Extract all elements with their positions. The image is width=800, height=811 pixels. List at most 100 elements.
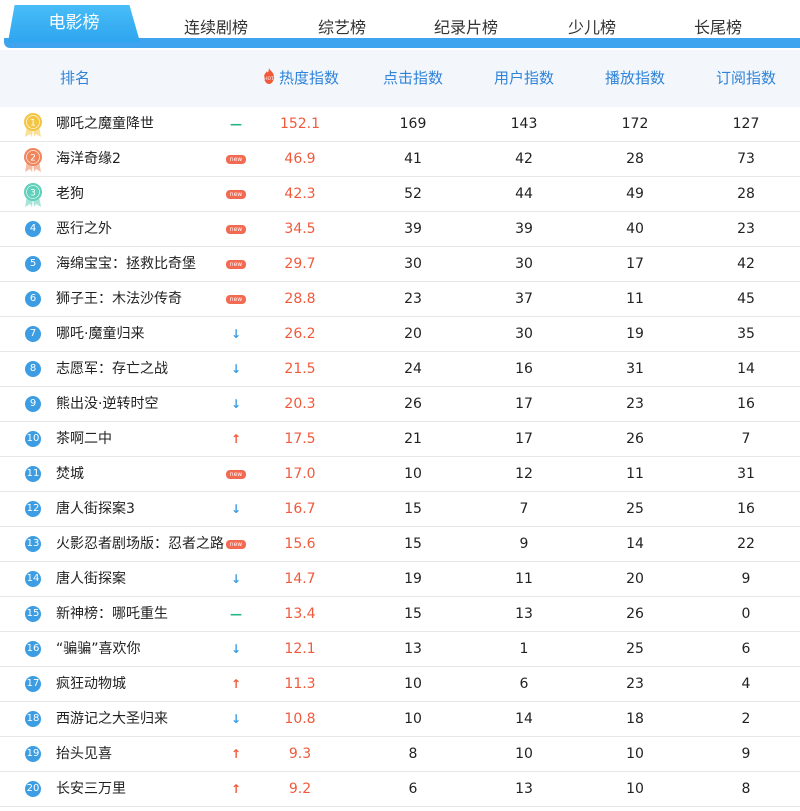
title-name[interactable]: 新神榜：哪吒重生 — [56, 597, 226, 632]
header-play[interactable]: 播放指数 — [585, 50, 685, 107]
rank-medal-icon: 1 — [24, 113, 42, 137]
table-row[interactable]: 20 长安三万里 ↑ 9.2 6 13 10 8 — [0, 772, 800, 807]
title-name[interactable]: 老狗 — [56, 177, 226, 212]
tab-kids[interactable]: 少儿榜 — [536, 14, 648, 38]
play-index: 18 — [626, 711, 644, 727]
subscribe-index: 42 — [737, 256, 755, 272]
table-row[interactable]: 15 新神榜：哪吒重生 — 13.4 15 13 26 0 — [0, 597, 800, 632]
table-row[interactable]: 13 火影忍者剧场版：忍者之路 new 15.6 15 9 14 22 — [0, 527, 800, 562]
table-row[interactable]: 14 唐人街探案 ↓ 14.7 19 11 20 9 — [0, 562, 800, 597]
title-name[interactable]: 茶啊二中 — [56, 422, 226, 457]
flame-icon: HOT — [263, 67, 274, 84]
header-click[interactable]: 点击指数 — [363, 50, 463, 107]
header-sub[interactable]: 订阅指数 — [696, 50, 796, 107]
subscribe-index: 14 — [737, 361, 755, 377]
trend-indicator: — — [222, 597, 250, 632]
table-row[interactable]: 3 老狗 new 42.3 52 44 49 28 — [0, 177, 800, 212]
trend-indicator: ↑ — [222, 667, 250, 702]
play-index: 26 — [626, 606, 644, 622]
title-name[interactable]: 海绵宝宝：拯救比奇堡 — [56, 247, 226, 282]
title-name[interactable]: 狮子王：木法沙传奇 — [56, 282, 226, 317]
subscribe-index: 31 — [737, 466, 755, 482]
hot-index: 26.2 — [284, 326, 316, 342]
user-index: 11 — [515, 571, 533, 587]
table-row[interactable]: 12 唐人街探案3 ↓ 16.7 15 7 25 16 — [0, 492, 800, 527]
title-name[interactable]: 哪吒·魔童归来 — [56, 317, 226, 352]
new-badge: new — [226, 540, 246, 549]
click-index: 23 — [404, 291, 422, 307]
new-badge: new — [226, 190, 246, 199]
play-index: 49 — [626, 186, 644, 202]
title-name[interactable]: 长安三万里 — [56, 772, 226, 807]
play-index: 19 — [626, 326, 644, 342]
click-index: 10 — [404, 711, 422, 727]
title-name[interactable]: 熊出没·逆转时空 — [56, 387, 226, 422]
title-name[interactable]: 西游记之大圣归来 — [56, 702, 226, 737]
header-user[interactable]: 用户指数 — [474, 50, 574, 107]
title-name[interactable]: 焚城 — [56, 457, 226, 492]
tab-variety[interactable]: 综艺榜 — [286, 14, 398, 38]
table-row[interactable]: 2 海洋奇缘2 new 46.9 41 42 28 73 — [0, 142, 800, 177]
trend-indicator: new — [222, 177, 250, 212]
rank-badge: 12 — [25, 501, 41, 517]
tab-movie[interactable]: 电影榜 — [8, 5, 140, 42]
table-row[interactable]: 4 恶行之外 new 34.5 39 39 40 23 — [0, 212, 800, 247]
new-badge: new — [226, 260, 246, 269]
play-index: 40 — [626, 221, 644, 237]
tab-series[interactable]: 连续剧榜 — [160, 14, 272, 38]
table-row[interactable]: 11 焚城 new 17.0 10 12 11 31 — [0, 457, 800, 492]
subscribe-index: 45 — [737, 291, 755, 307]
click-index: 15 — [404, 501, 422, 517]
table-row[interactable]: 6 狮子王：木法沙传奇 new 28.8 23 37 11 45 — [0, 282, 800, 317]
table-row[interactable]: 7 哪吒·魔童归来 ↓ 26.2 20 30 19 35 — [0, 317, 800, 352]
trend-indicator: new — [222, 212, 250, 247]
trend-up-icon: ↑ — [230, 747, 242, 761]
rank-badge: 14 — [25, 571, 41, 587]
category-tabs: 电影榜 连续剧榜 综艺榜 纪录片榜 少儿榜 长尾榜 — [0, 0, 800, 50]
title-name[interactable]: 疯狂动物城 — [56, 667, 226, 702]
rank-badge: 20 — [25, 781, 41, 797]
rank-badge: 13 — [25, 536, 41, 552]
trend-up-icon: ↑ — [230, 677, 242, 691]
trend-indicator: ↓ — [222, 492, 250, 527]
hot-index: 28.8 — [284, 291, 316, 307]
title-name[interactable]: 志愿军：存亡之战 — [56, 352, 226, 387]
table-row[interactable]: 10 茶啊二中 ↑ 17.5 21 17 26 7 — [0, 422, 800, 457]
hot-index: 17.0 — [284, 466, 316, 482]
table-row[interactable]: 9 熊出没·逆转时空 ↓ 20.3 26 17 23 16 — [0, 387, 800, 422]
trend-indicator: — — [222, 107, 250, 142]
tab-documentary[interactable]: 纪录片榜 — [410, 14, 522, 38]
table-row[interactable]: 16 “骗骗”喜欢你 ↓ 12.1 13 1 25 6 — [0, 632, 800, 667]
subscribe-index: 4 — [741, 676, 751, 692]
table-row[interactable]: 5 海绵宝宝：拯救比奇堡 new 29.7 30 30 17 42 — [0, 247, 800, 282]
header-rank[interactable]: 排名 — [30, 50, 120, 107]
table-row[interactable]: 19 抬头见喜 ↑ 9.3 8 10 10 9 — [0, 737, 800, 772]
trend-down-icon: ↓ — [230, 572, 242, 586]
header-hot[interactable]: HOT 热度指数 — [250, 50, 350, 107]
rank-badge: 9 — [25, 396, 41, 412]
title-name[interactable]: 哪吒之魔童降世 — [56, 107, 226, 142]
rank-badge: 17 — [25, 676, 41, 692]
svg-text:2: 2 — [30, 154, 36, 164]
click-index: 19 — [404, 571, 422, 587]
title-name[interactable]: 海洋奇缘2 — [56, 142, 226, 177]
trend-down-icon: ↓ — [230, 327, 242, 341]
trend-indicator: ↓ — [222, 562, 250, 597]
title-name[interactable]: 恶行之外 — [56, 212, 226, 247]
user-index: 13 — [515, 606, 533, 622]
title-name[interactable]: 唐人街探案 — [56, 562, 226, 597]
title-name[interactable]: 火影忍者剧场版：忍者之路 — [56, 527, 226, 562]
subscribe-index: 127 — [732, 116, 760, 132]
rank-badge: 15 — [25, 606, 41, 622]
table-row[interactable]: 1 哪吒之魔童降世 — 152.1 169 143 172 127 — [0, 107, 800, 142]
title-name[interactable]: “骗骗”喜欢你 — [56, 632, 226, 667]
table-row[interactable]: 8 志愿军：存亡之战 ↓ 21.5 24 16 31 14 — [0, 352, 800, 387]
tab-longtail[interactable]: 长尾榜 — [662, 14, 774, 38]
trend-down-icon: ↓ — [230, 642, 242, 656]
svg-text:3: 3 — [30, 189, 36, 199]
table-row[interactable]: 18 西游记之大圣归来 ↓ 10.8 10 14 18 2 — [0, 702, 800, 737]
user-index: 17 — [515, 431, 533, 447]
table-row[interactable]: 17 疯狂动物城 ↑ 11.3 10 6 23 4 — [0, 667, 800, 702]
title-name[interactable]: 抬头见喜 — [56, 737, 226, 772]
title-name[interactable]: 唐人街探案3 — [56, 492, 226, 527]
